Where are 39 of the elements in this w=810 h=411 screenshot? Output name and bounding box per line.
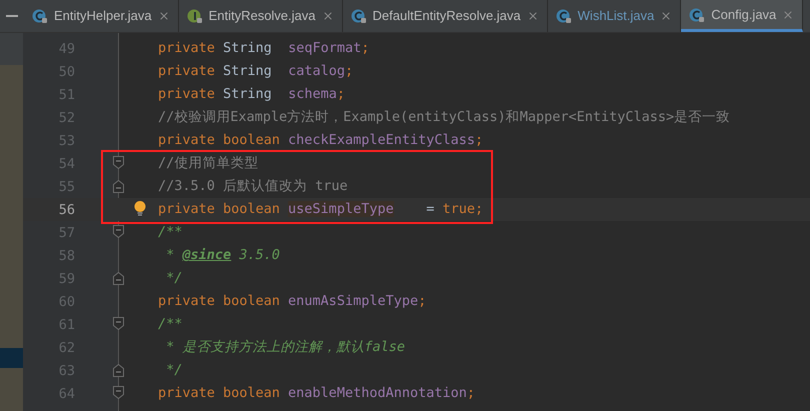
editor-tab[interactable]: Config.java [681, 0, 804, 32]
code-line: /** [157, 223, 182, 242]
code-line: private String seqFormat; [157, 39, 370, 58]
editor-tab[interactable]: EntityHelper.java [24, 0, 179, 32]
class-icon [689, 6, 706, 22]
code-line: /** [157, 315, 182, 334]
class-icon [556, 8, 572, 24]
code-line: private boolean checkExampleEntityClass; [157, 131, 484, 150]
close-icon[interactable] [660, 10, 672, 22]
class-icon [32, 8, 48, 24]
code-line: //3.5.0 后默认值改为 true [157, 177, 348, 196]
lightbulb-icon[interactable] [134, 201, 146, 216]
code-line: private boolean enableMethodAnnotation; [157, 384, 475, 404]
class-icon [350, 8, 367, 24]
code-line: private String schema; [157, 85, 345, 104]
code-line: //校验调用Example方法时，Example(entityClass)和Mapper<EntityClass>是否一致 [157, 108, 730, 128]
line-number: 56 [58, 201, 75, 220]
fold-marker-icon[interactable] [113, 364, 124, 377]
close-icon[interactable] [158, 10, 170, 22]
editor-tab[interactable]: DefaultEntityResolve.java [342, 0, 548, 32]
code-line: //使用简单类型 [157, 154, 258, 174]
code-line: */ [165, 361, 182, 380]
code-line: */ [165, 269, 182, 288]
fold-marker-icon[interactable] [113, 225, 124, 238]
fold-marker-icon[interactable] [113, 272, 124, 285]
interface-icon [186, 8, 203, 24]
code-line: * 是否支持方法上的注解，默认false [165, 338, 406, 358]
close-icon[interactable] [322, 10, 334, 22]
editor-tab[interactable]: EntityResolve.java [178, 0, 343, 32]
code-line: private boolean enumAsSimpleType; [157, 292, 426, 312]
close-icon[interactable] [782, 8, 794, 20]
close-icon[interactable] [526, 10, 539, 22]
fold-marker-icon[interactable] [113, 386, 124, 399]
code-line: private String catalog; [157, 62, 354, 82]
code-line: private boolean useSimpleType = true; [157, 200, 484, 220]
fold-marker-icon[interactable] [113, 317, 124, 330]
fold-marker-icon[interactable] [113, 156, 124, 169]
code-line: * @since 3.5.0 [165, 246, 280, 266]
fold-marker-icon[interactable] [113, 180, 124, 193]
